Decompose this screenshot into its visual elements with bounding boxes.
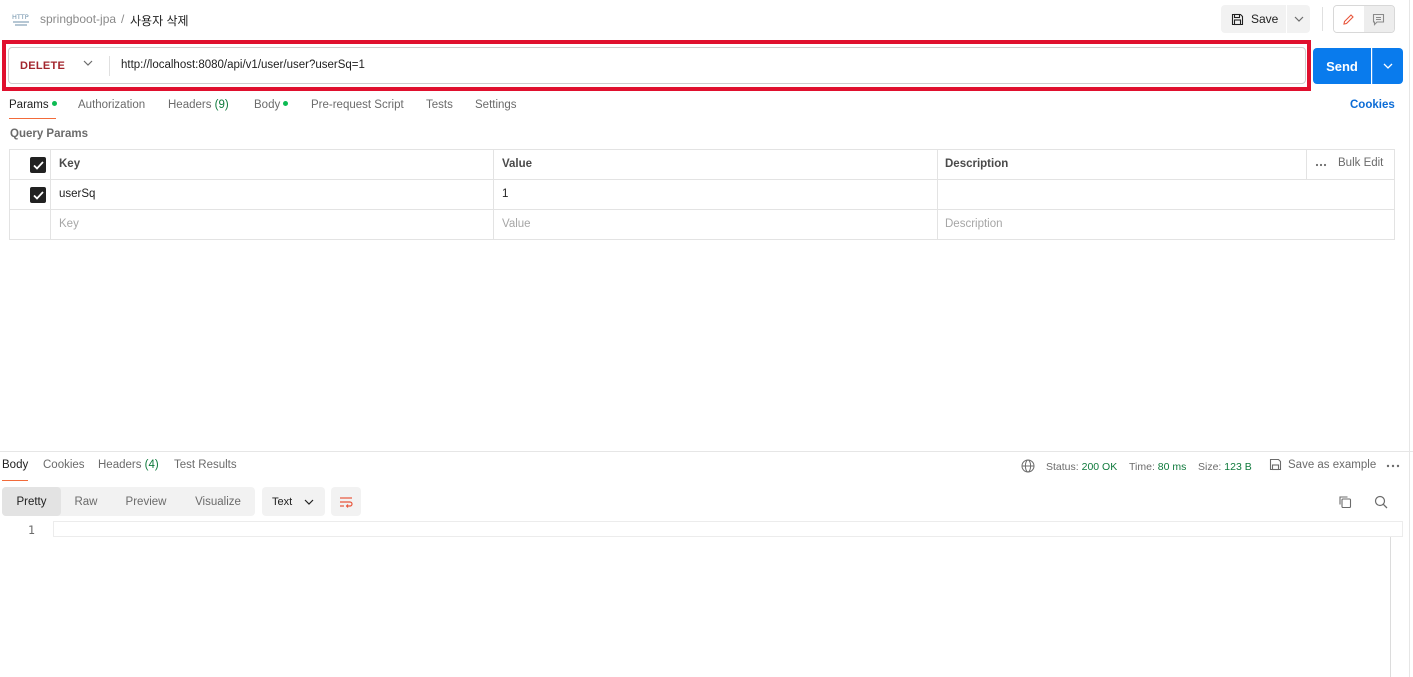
tab-headers[interactable]: Headers (9) xyxy=(168,99,229,111)
header-value: Value xyxy=(502,158,533,170)
param-value[interactable]: 1 xyxy=(502,188,508,200)
chevron-down-icon[interactable] xyxy=(83,60,93,66)
request-title[interactable]: 사용자 삭제 xyxy=(130,12,189,29)
more-options-icon[interactable] xyxy=(1315,158,1327,170)
cookies-link[interactable]: Cookies xyxy=(1350,99,1395,111)
table-header-row: Key Value Description Bulk Edit xyxy=(10,150,1394,180)
response-time[interactable]: Time: 80 ms xyxy=(1129,461,1186,473)
table-row: userSq 1 xyxy=(10,180,1394,210)
query-params-table: Key Value Description Bulk Edit userSq 1… xyxy=(9,149,1395,240)
chevron-down-icon xyxy=(1383,63,1393,69)
response-view-selector: Pretty Raw Preview Visualize xyxy=(2,487,255,516)
response-tab-body[interactable]: Body xyxy=(2,459,28,471)
breadcrumb-separator: / xyxy=(121,12,125,26)
tab-authorization[interactable]: Authorization xyxy=(78,99,145,111)
response-body-editor[interactable] xyxy=(53,521,1403,537)
active-tab-indicator xyxy=(9,118,56,119)
size-value: 123 B xyxy=(1224,461,1252,473)
wrap-lines-icon xyxy=(340,496,353,508)
method-select[interactable]: DELETE xyxy=(20,60,65,72)
tab-tests[interactable]: Tests xyxy=(426,99,453,111)
pencil-icon xyxy=(1343,13,1355,25)
view-preview[interactable]: Preview xyxy=(111,487,181,516)
url-divider xyxy=(109,56,110,76)
comment-icon xyxy=(1373,13,1385,26)
view-visualize[interactable]: Visualize xyxy=(181,487,255,516)
tab-params-label: Params xyxy=(9,99,49,111)
line-number: 1 xyxy=(28,523,35,537)
tab-body-label: Body xyxy=(254,99,281,111)
row-enabled-checkbox[interactable] xyxy=(30,187,46,203)
svg-text:HTTP: HTTP xyxy=(12,13,29,21)
response-headers-count: (4) xyxy=(144,459,159,471)
format-select[interactable]: Text xyxy=(262,487,325,516)
save-icon xyxy=(1269,458,1282,471)
view-raw[interactable]: Raw xyxy=(61,487,111,516)
checkmark-icon xyxy=(32,160,44,170)
top-bar: HTTP springboot-jpa / 사용자 삭제 Save xyxy=(0,0,1413,40)
editor-scrollbar[interactable] xyxy=(1390,537,1391,677)
header-key: Key xyxy=(59,158,81,170)
url-bar: DELETE http://localhost:8080/api/v1/user… xyxy=(8,47,1306,84)
http-request-icon: HTTP xyxy=(12,13,29,26)
time-label: Time: xyxy=(1129,461,1155,473)
copy-icon[interactable] xyxy=(1338,495,1352,509)
status-value: 200 OK xyxy=(1081,461,1118,473)
save-options-button[interactable] xyxy=(1287,5,1310,33)
window-edge xyxy=(1409,0,1410,677)
headers-count: (9) xyxy=(214,99,229,111)
tab-headers-label: Headers xyxy=(168,99,212,111)
chevron-down-icon xyxy=(304,499,314,505)
view-pretty[interactable]: Pretty xyxy=(2,487,61,516)
tab-settings[interactable]: Settings xyxy=(475,99,517,111)
send-options-button[interactable] xyxy=(1372,48,1403,84)
new-description-input[interactable]: Description xyxy=(945,218,1003,230)
tab-body[interactable]: Body xyxy=(254,99,289,111)
tab-params[interactable]: Params xyxy=(9,99,57,111)
save-as-example-button[interactable]: Save as example xyxy=(1269,458,1376,471)
active-response-tab-indicator xyxy=(2,480,28,481)
tab-prerequest-script[interactable]: Pre-request Script xyxy=(311,99,404,111)
header-description: Description xyxy=(945,158,1009,170)
globe-icon[interactable] xyxy=(1021,459,1035,473)
select-all-checkbox[interactable] xyxy=(30,157,46,173)
body-indicator-dot xyxy=(283,101,289,106)
save-label: Save xyxy=(1251,12,1279,26)
toolbar-divider xyxy=(1322,7,1323,31)
view-mode-toggle xyxy=(1333,5,1395,33)
save-button[interactable]: Save xyxy=(1221,5,1286,33)
bulk-edit-button[interactable]: Bulk Edit xyxy=(1338,157,1383,169)
response-tab-cookies[interactable]: Cookies xyxy=(43,459,85,471)
query-params-title: Query Params xyxy=(10,128,88,140)
search-icon[interactable] xyxy=(1374,495,1388,509)
status-label: Status: xyxy=(1046,461,1079,473)
new-key-input[interactable]: Key xyxy=(59,218,79,230)
param-key[interactable]: userSq xyxy=(59,188,95,200)
new-value-input[interactable]: Value xyxy=(502,218,531,230)
params-indicator-dot xyxy=(51,101,57,106)
table-row-empty: Key Value Description xyxy=(10,210,1394,240)
response-tab-test-results[interactable]: Test Results xyxy=(174,459,237,471)
size-label: Size: xyxy=(1198,461,1222,473)
edit-mode-button[interactable] xyxy=(1334,6,1364,32)
header-divider xyxy=(1306,150,1307,179)
breadcrumb-collection[interactable]: springboot-jpa xyxy=(40,12,116,26)
response-tab-headers[interactable]: Headers (4) xyxy=(98,459,159,471)
time-value: 80 ms xyxy=(1157,461,1187,473)
documentation-mode-button[interactable] xyxy=(1363,6,1394,32)
response-pane-divider[interactable] xyxy=(0,451,1413,452)
response-tab-headers-label: Headers xyxy=(98,459,142,471)
chevron-down-icon xyxy=(1294,16,1303,22)
save-as-example-label: Save as example xyxy=(1288,458,1377,471)
response-status[interactable]: Status: 200 OK xyxy=(1046,461,1117,473)
send-button[interactable]: Send xyxy=(1313,48,1371,84)
more-options-icon[interactable] xyxy=(1386,464,1400,468)
url-input[interactable]: http://localhost:8080/api/v1/user/user?u… xyxy=(121,59,365,71)
save-icon xyxy=(1231,13,1244,25)
response-size[interactable]: Size: 123 B xyxy=(1198,461,1252,473)
wrap-lines-button[interactable] xyxy=(331,487,361,516)
checkmark-icon xyxy=(32,190,44,200)
format-label: Text xyxy=(272,495,293,508)
